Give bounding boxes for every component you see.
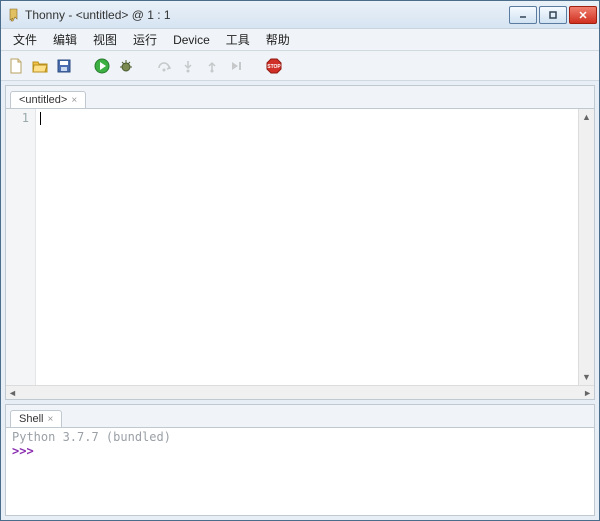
editor-pane: <untitled> × 1 ▲ ▼ ◄ ► <box>5 85 595 400</box>
shell-tab-label: Shell <box>19 413 43 425</box>
step-out-icon[interactable] <box>203 57 221 75</box>
resume-icon[interactable] <box>227 57 245 75</box>
save-file-icon[interactable] <box>55 57 73 75</box>
minimize-button[interactable] <box>509 6 537 24</box>
shell-tab[interactable]: Shell × <box>10 410 62 427</box>
toolbar: STOP <box>1 51 599 81</box>
menu-file[interactable]: 文件 <box>5 29 45 50</box>
shell-prompt: >>> <box>12 444 588 458</box>
window-buttons <box>509 6 597 24</box>
menu-run[interactable]: 运行 <box>125 29 165 50</box>
shell-body[interactable]: Python 3.7.7 (bundled) >>> <box>6 427 594 515</box>
editor-tab[interactable]: <untitled> × <box>10 91 86 108</box>
scroll-up-icon[interactable]: ▲ <box>579 109 594 125</box>
shell-pane: Shell × Python 3.7.7 (bundled) >>> <box>5 404 595 516</box>
window-title: Thonny - <untitled> @ 1 : 1 <box>25 8 509 22</box>
shell-tab-row: Shell × <box>6 405 594 427</box>
line-gutter: 1 <box>6 109 36 385</box>
close-button[interactable] <box>569 6 597 24</box>
text-caret <box>40 112 41 125</box>
step-over-icon[interactable] <box>155 57 173 75</box>
scroll-down-icon[interactable]: ▼ <box>579 369 594 385</box>
menu-device[interactable]: Device <box>165 31 218 49</box>
editor-vertical-scrollbar[interactable]: ▲ ▼ <box>578 109 594 385</box>
editor-tab-row: <untitled> × <box>6 86 594 108</box>
shell-banner: Python 3.7.7 (bundled) <box>12 430 588 444</box>
stop-icon[interactable]: STOP <box>265 57 283 75</box>
scroll-right-icon[interactable]: ► <box>583 388 592 398</box>
gutter-line-number: 1 <box>6 111 29 125</box>
code-editor[interactable] <box>36 109 578 385</box>
editor-area: 1 ▲ ▼ <box>6 108 594 385</box>
menu-view[interactable]: 视图 <box>85 29 125 50</box>
svg-text:STOP: STOP <box>267 64 281 70</box>
open-file-icon[interactable] <box>31 57 49 75</box>
menubar: 文件 编辑 视图 运行 Device 工具 帮助 <box>1 29 599 51</box>
maximize-button[interactable] <box>539 6 567 24</box>
scroll-left-icon[interactable]: ◄ <box>8 388 17 398</box>
run-icon[interactable] <box>93 57 111 75</box>
titlebar: Thonny - <untitled> @ 1 : 1 <box>1 1 599 29</box>
step-into-icon[interactable] <box>179 57 197 75</box>
editor-horizontal-scrollbar[interactable]: ◄ ► <box>6 385 594 399</box>
editor-tab-label: <untitled> <box>19 94 67 106</box>
menu-edit[interactable]: 编辑 <box>45 29 85 50</box>
debug-icon[interactable] <box>117 57 135 75</box>
close-icon[interactable]: × <box>71 95 77 106</box>
menu-help[interactable]: 帮助 <box>258 29 298 50</box>
app-window: Thonny - <untitled> @ 1 : 1 文件 编辑 视图 运行 … <box>0 0 600 521</box>
app-icon <box>7 8 21 22</box>
content-area: <untitled> × 1 ▲ ▼ ◄ ► <box>1 81 599 520</box>
close-icon[interactable]: × <box>47 414 53 425</box>
menu-tools[interactable]: 工具 <box>218 29 258 50</box>
new-file-icon[interactable] <box>7 57 25 75</box>
